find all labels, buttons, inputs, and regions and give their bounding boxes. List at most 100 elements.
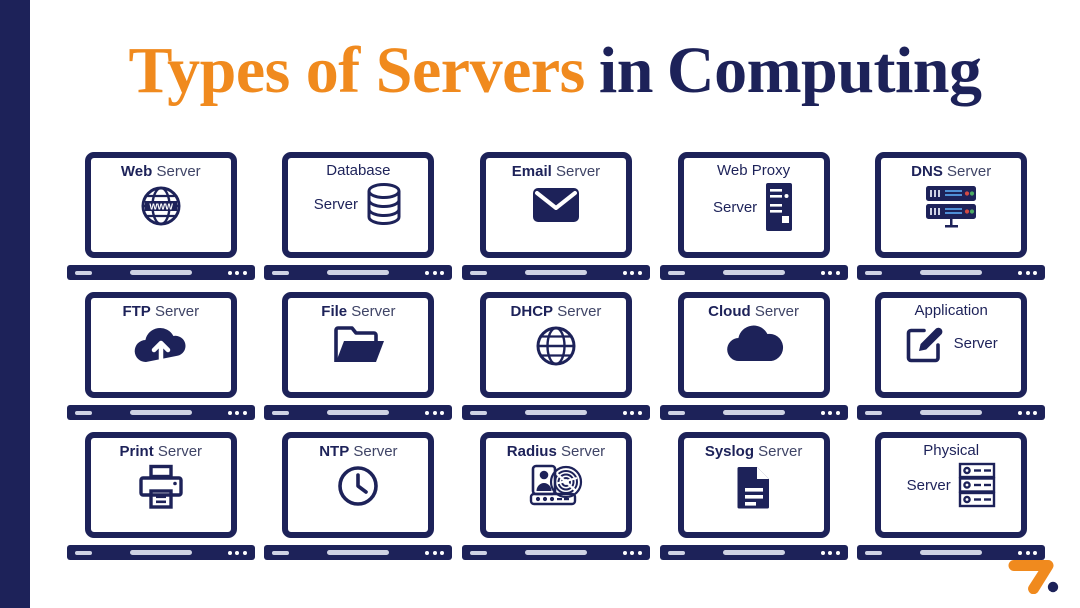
base-notch (469, 551, 487, 555)
card-radius-server[interactable]: Radius Server (461, 432, 650, 560)
base-notch (865, 551, 883, 555)
trackpad-bar (129, 409, 192, 415)
laptop-base (659, 405, 848, 420)
card-content: FTP Server (91, 298, 231, 392)
laptop-base (461, 545, 650, 560)
base-indicator-dots (622, 270, 642, 275)
base-indicator-dots (820, 410, 840, 415)
laptop-base (66, 405, 255, 420)
base-notch (469, 411, 487, 415)
card-label-regular: Server (754, 303, 800, 320)
base-notch (272, 411, 290, 415)
card-application-server[interactable]: Application Server (857, 292, 1046, 420)
laptop-frame: DHCP Server (461, 292, 650, 420)
card-label-bold: Print (119, 443, 154, 460)
base-notch (469, 271, 487, 275)
base-indicator-dots (227, 270, 247, 275)
card-ntp-server[interactable]: NTP Server (264, 432, 453, 560)
base-notch (667, 551, 685, 555)
card-email-server[interactable]: Email Server (461, 152, 650, 280)
card-dhcp-server[interactable]: DHCP Server (461, 292, 650, 420)
base-indicator-dots (425, 410, 445, 415)
card-content: NTP Server (288, 438, 428, 532)
card-content: Web Server WWW (91, 158, 231, 252)
card-label: Syslog Server (705, 443, 803, 460)
server-rack-icon (958, 462, 996, 508)
card-label: FTP Server (122, 303, 199, 320)
trackpad-bar (920, 549, 983, 555)
base-indicator-dots (622, 410, 642, 415)
base-indicator-dots (1018, 410, 1038, 415)
trackpad-bar (327, 549, 390, 555)
printer-icon (138, 464, 184, 510)
base-notch (74, 411, 92, 415)
card-label-bold: Cloud (708, 303, 751, 320)
globe-icon (534, 324, 578, 368)
card-label-regular: Server (156, 163, 201, 180)
server-tower-icon (764, 182, 794, 232)
laptop-base (461, 405, 650, 420)
database-cylinder-icon (365, 182, 403, 226)
card-ftp-server[interactable]: FTP Server (66, 292, 255, 420)
card-label-bold: Web (120, 163, 153, 180)
document-icon (735, 464, 773, 510)
laptop-base (264, 405, 453, 420)
page-title: Types of Servers in Computing (30, 36, 1080, 105)
laptop-frame: Print Server (66, 432, 255, 560)
card-label-bold: Database (326, 162, 391, 179)
card-label: File Server (321, 303, 395, 320)
laptop-frame: Radius Server (461, 432, 650, 560)
laptop-base (659, 265, 848, 280)
card-label-regular: Server (351, 303, 396, 320)
card-label-regular: Server (353, 443, 398, 460)
card-syslog-server[interactable]: Syslog Server (659, 432, 848, 560)
laptop-frame: Web Server WWW (66, 152, 255, 280)
trackpad-bar (327, 269, 390, 275)
laptop-frame: FTP Server (66, 292, 255, 420)
base-indicator-dots (820, 550, 840, 555)
cloud-icon (724, 324, 784, 364)
base-notch (865, 411, 883, 415)
laptop-frame: Database Server (264, 152, 453, 280)
card-content: Database Server (288, 158, 428, 252)
base-indicator-dots (227, 550, 247, 555)
card-print-server[interactable]: Print Server (66, 432, 255, 560)
card-label-regular: Server (555, 163, 601, 180)
rack-units-icon (920, 184, 982, 228)
card-content: Syslog Server (684, 438, 824, 532)
card-label-regular: Server (713, 198, 758, 216)
trackpad-bar (129, 269, 192, 275)
base-indicator-dots (622, 550, 642, 555)
card-dns-server[interactable]: DNS Server (857, 152, 1046, 280)
card-cloud-server[interactable]: Cloud Server (659, 292, 848, 420)
base-notch (272, 551, 290, 555)
card-web-server[interactable]: Web Server WWW (66, 152, 255, 280)
laptop-base (857, 265, 1046, 280)
card-label-regular: Server (157, 443, 203, 460)
card-label-bold: FTP (122, 303, 151, 320)
card-label: Email Server (512, 163, 600, 180)
card-database-server[interactable]: Database Server (264, 152, 453, 280)
laptop-base (264, 265, 453, 280)
card-physical-server[interactable]: Physical Server (857, 432, 1046, 560)
card-label: DNS Server (911, 163, 991, 180)
card-content: Print Server (91, 438, 231, 532)
globe-www-icon: WWW (139, 184, 183, 228)
card-label-bold: Email (511, 163, 552, 180)
base-notch (865, 271, 883, 275)
card-web-proxy-server[interactable]: Web Proxy Server (659, 152, 848, 280)
base-notch (667, 411, 685, 415)
trackpad-bar (327, 409, 390, 415)
card-label-bold: Radius (506, 443, 557, 460)
infographic-page: Types of ServersinComputing Web Server (30, 0, 1080, 608)
trackpad-bar (524, 549, 587, 555)
title-part-3: Computing (666, 34, 982, 107)
card-label-regular: Server (557, 303, 602, 320)
laptop-base (659, 545, 848, 560)
card-label: Print Server (120, 443, 203, 460)
card-content: File Server (288, 298, 428, 392)
id-fingerprint-icon (525, 464, 587, 508)
card-file-server[interactable]: File Server (264, 292, 453, 420)
base-indicator-dots (425, 550, 445, 555)
title-part-1: Types of Servers (128, 34, 586, 107)
